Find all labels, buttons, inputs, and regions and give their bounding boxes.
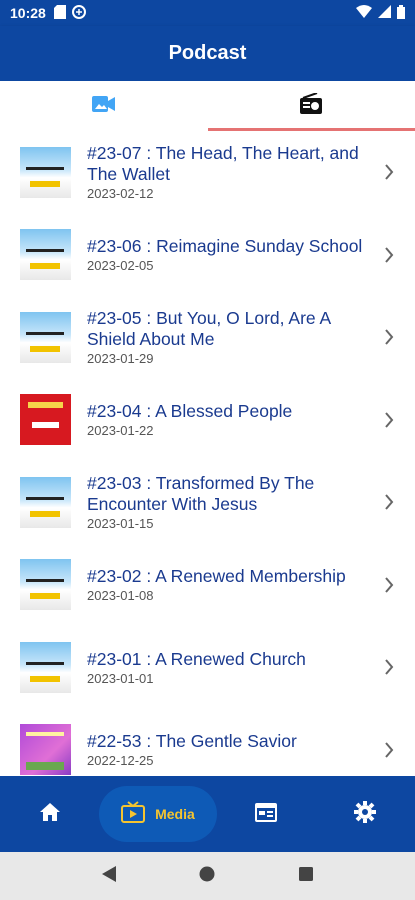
episode-thumbnail: [20, 146, 71, 198]
chevron-right-icon: [379, 657, 399, 677]
list-item[interactable]: #23-04 : A Blessed People 2023-01-22: [0, 379, 415, 462]
episode-date: 2023-02-05: [87, 258, 154, 274]
episode-thumbnail: [20, 394, 71, 446]
episode-date: 2023-01-01: [87, 670, 154, 686]
episode-date: 2023-02-12: [87, 186, 154, 202]
home-circle-icon[interactable]: [199, 866, 215, 887]
list-item[interactable]: #23-01 : A Renewed Church 2023-01-01: [0, 626, 415, 709]
home-icon: [39, 802, 61, 827]
list-item[interactable]: #23-06 : Reimagine Sunday School 2023-02-…: [0, 214, 415, 297]
recents-icon[interactable]: [298, 866, 314, 887]
episode-thumbnail: [20, 311, 71, 363]
app-bar: Podcast: [0, 26, 415, 81]
episode-list: #23-07 : The Head, The Heart, and The Wa…: [0, 131, 415, 776]
list-item[interactable]: #22-53 : The Gentle Savior 2022-12-25: [0, 709, 415, 777]
system-nav-bar: [0, 852, 415, 900]
sd-card-icon: [53, 4, 66, 22]
settings-icon: [354, 800, 377, 828]
episode-date: 2022-12-25: [87, 753, 154, 769]
episode-title: #22-53 : The Gentle Savior: [87, 731, 297, 752]
episode-title: #23-03 : Transformed By The Encounter Wi…: [87, 473, 315, 515]
nav-home[interactable]: [0, 776, 99, 852]
chevron-right-icon: [379, 410, 399, 430]
status-bar: 10:28: [0, 0, 415, 26]
radio-icon: [299, 91, 323, 120]
tab-audio[interactable]: [207, 81, 415, 131]
episode-date: 2023-01-08: [87, 588, 154, 604]
nav-media-label: Media: [155, 806, 195, 822]
calendar-icon: [255, 802, 278, 827]
episode-date: 2023-01-29: [87, 351, 154, 367]
bottom-nav: Media: [0, 776, 415, 852]
chevron-right-icon: [379, 245, 399, 265]
cell-signal-icon: [378, 5, 391, 21]
wifi-icon: [356, 5, 372, 21]
chevron-right-icon: [379, 492, 399, 512]
list-item[interactable]: #23-05 : But You, O Lord, Are A Shield A…: [0, 296, 415, 379]
chevron-right-icon: [379, 575, 399, 595]
list-item[interactable]: #23-03 : Transformed By The Encounter Wi…: [0, 461, 415, 544]
episode-thumbnail: [20, 724, 71, 776]
episode-thumbnail: [20, 229, 71, 281]
episode-title: #23-05 : But You, O Lord, Are A Shield A…: [87, 308, 331, 350]
tab-video[interactable]: [0, 81, 208, 131]
nav-settings[interactable]: [316, 776, 415, 852]
episode-title: #23-02 : A Renewed Membership: [87, 566, 346, 587]
list-item[interactable]: #23-02 : A Renewed Membership 2023-01-08: [0, 544, 415, 627]
status-time: 10:28: [10, 5, 46, 21]
episode-title: #23-07 : The Head, The Heart, and The Wa…: [87, 143, 359, 185]
episode-title: #23-01 : A Renewed Church: [87, 648, 306, 669]
list-item[interactable]: #23-07 : The Head, The Heart, and The Wa…: [0, 131, 415, 214]
page-title: Podcast: [168, 42, 247, 64]
episode-title: #23-06 : Reimagine Sunday School: [87, 236, 363, 257]
episode-thumbnail: [20, 559, 71, 611]
battery-icon: [397, 4, 405, 22]
episode-date: 2023-01-15: [87, 516, 154, 532]
back-icon[interactable]: [101, 865, 117, 888]
tab-bar: [0, 81, 415, 131]
sync-icon: [71, 4, 86, 22]
episode-thumbnail: [20, 476, 71, 528]
episode-thumbnail: [20, 641, 71, 693]
chevron-right-icon: [379, 327, 399, 347]
video-icon: [91, 94, 116, 119]
episode-date: 2023-01-22: [87, 423, 154, 439]
nav-calendar[interactable]: [217, 776, 316, 852]
nav-media[interactable]: Media: [99, 776, 217, 852]
chevron-right-icon: [379, 162, 399, 182]
chevron-right-icon: [379, 740, 399, 760]
episode-title: #23-04 : A Blessed People: [87, 401, 293, 422]
media-icon: [121, 800, 146, 828]
